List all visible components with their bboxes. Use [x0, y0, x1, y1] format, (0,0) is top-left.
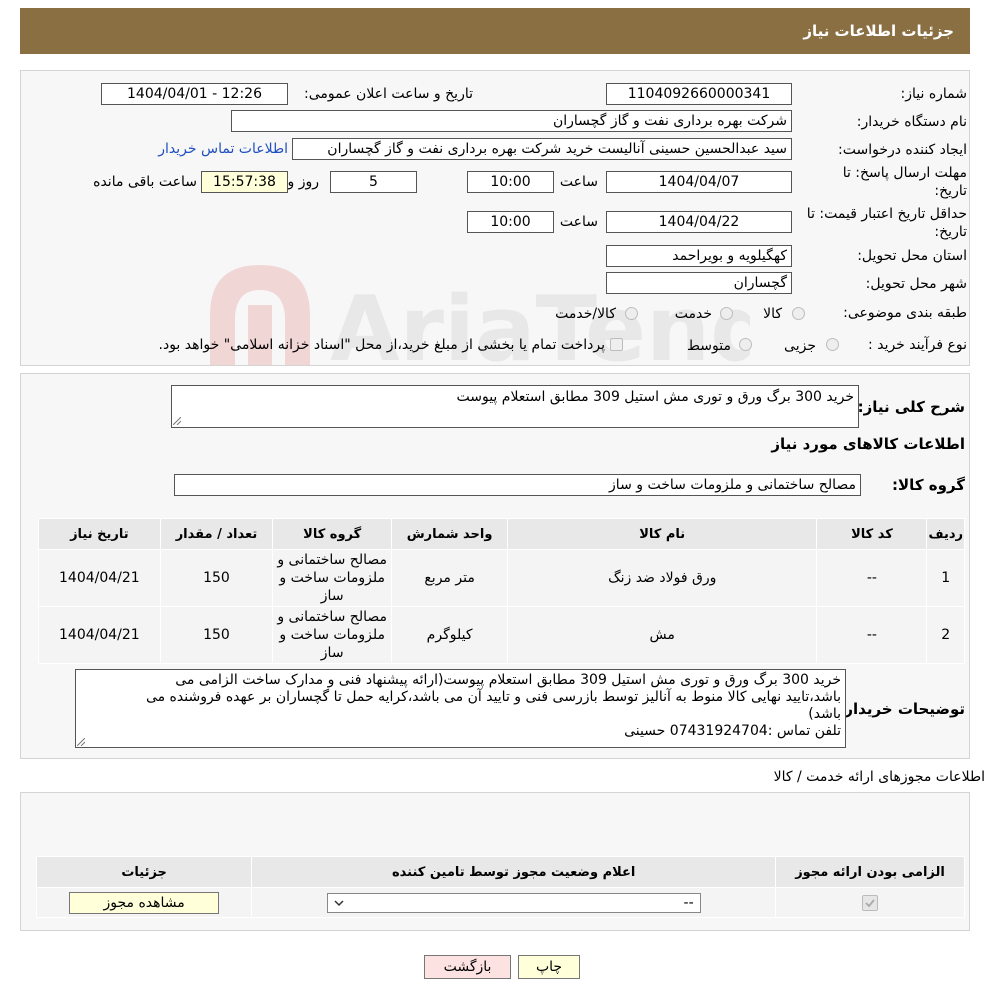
cell-row: 1	[926, 549, 965, 607]
need-number-field: 1104092660000341	[606, 83, 792, 105]
cell-permit-details: مشاهده مجوز	[35, 887, 253, 918]
buyer-notes-textarea[interactable]: خرید 300 برگ ورق و توری مش استیل 309 مطا…	[75, 669, 846, 748]
city-label: شهر محل تحویل:	[865, 276, 967, 292]
need-description-textarea[interactable]: خرید 300 برگ ورق و توری مش استیل 309 مطا…	[171, 385, 859, 428]
print-button[interactable]: چاپ	[518, 955, 580, 979]
goods-table: ردیف کد کالا نام کالا واحد شمارش گروه کا…	[38, 518, 965, 664]
view-permit-button[interactable]: مشاهده مجوز	[69, 891, 220, 914]
cell-name: مش	[507, 606, 818, 664]
cell-code: --	[816, 606, 928, 664]
col-date: تاریخ نیاز	[38, 518, 161, 550]
process-radio-medium[interactable]	[739, 338, 752, 351]
buyer-label: نام دستگاه خریدار:	[856, 114, 967, 130]
buyer-notes-line: باشد)	[808, 706, 841, 722]
deadline-time-field: 10:00	[467, 171, 554, 193]
validity-label-date: تاریخ:	[934, 224, 967, 240]
category-radio-service[interactable]	[720, 307, 733, 320]
cell-unit: کیلوگرم	[391, 606, 509, 664]
goods-group-field: مصالح ساختمانی و ملزومات ساخت و ساز	[174, 474, 861, 496]
buyer-notes-line: تلفن تماس :07431924704 حسینی	[624, 723, 841, 739]
col-unit: واحد شمارش	[391, 518, 509, 550]
deadline-label-date: تاریخ:	[934, 183, 967, 199]
deadline-label: مهلت ارسال پاسخ: تا	[842, 165, 967, 181]
process-radio-minor[interactable]	[826, 338, 839, 351]
announce-label: تاریخ و ساعت اعلان عمومی:	[304, 86, 473, 102]
city-field: گچساران	[606, 272, 792, 294]
permits-table: الزامی بودن ارائه مجوز اعلام وضعیت مجوز …	[35, 856, 965, 918]
category-radio-goods[interactable]	[792, 307, 805, 320]
process-label: نوع فرآیند خرید :	[868, 337, 967, 353]
col-qty: تعداد / مقدار	[159, 518, 274, 550]
buyer-notes-label: توضیحات خریدار:	[838, 700, 965, 718]
validity-label: حداقل تاریخ اعتبار قیمت: تا	[806, 206, 967, 222]
goods-group-label: گروه کالا:	[892, 476, 965, 494]
cell-permit-status: --	[251, 887, 777, 918]
col-permit-details: جزئیات	[35, 856, 253, 888]
cell-date: 1404/04/21	[38, 549, 161, 607]
back-button[interactable]: بازگشت	[424, 955, 511, 979]
col-group: گروه کالا	[272, 518, 393, 550]
col-permit-status: اعلام وضعیت مجوز توسط تامین کننده	[251, 856, 777, 888]
table-row: 1 -- ورق فولاد ضد زنگ متر مربع مصالح ساخ…	[38, 549, 965, 607]
permits-section-title: اطلاعات مجوزهای ارائه خدمت / کالا	[773, 769, 985, 785]
cell-qty: 150	[159, 606, 274, 664]
deadline-date-field: 1404/04/07	[606, 171, 792, 193]
permit-status-select[interactable]: --	[326, 892, 701, 913]
remaining-time-field: 15:57:38	[201, 171, 288, 193]
cell-group: مصالح ساختمانی و ملزومات ساخت و ساز	[272, 549, 393, 607]
buyer-notes-line: خرید 300 برگ ورق و توری مش استیل 309 مطا…	[175, 672, 841, 688]
cell-group: مصالح ساختمانی و ملزومات ساخت و ساز	[272, 606, 393, 664]
province-field: کهگیلویه و بویراحمد	[606, 245, 792, 267]
category-option-goods: کالا	[763, 306, 782, 322]
cell-permit-required	[775, 887, 965, 918]
buyer-notes-line: باشد،تایید نهایی کالا منوط به آنالیز توس…	[145, 689, 841, 705]
permits-table-header: الزامی بودن ارائه مجوز اعلام وضعیت مجوز …	[35, 856, 965, 888]
buyer-field: شرکت بهره برداری نفت و گاز گچساران	[231, 110, 792, 132]
category-label: طبقه بندی موضوعی:	[843, 305, 967, 321]
process-treasury-checkbox[interactable]	[610, 338, 623, 351]
announce-field: 1404/04/01 - 12:26	[101, 83, 288, 105]
category-option-service: خدمت	[674, 306, 712, 322]
col-row: ردیف	[926, 518, 965, 550]
check-icon	[865, 898, 875, 907]
goods-info-title: اطلاعات کالاهای مورد نیاز	[771, 435, 965, 453]
days-label: روز و	[287, 174, 320, 190]
permit-required-checkbox	[862, 894, 879, 911]
resize-handle-icon[interactable]	[173, 417, 181, 425]
col-name: نام کالا	[507, 518, 818, 550]
creator-field: سید عبدالحسین حسینی آنالیست خرید شرکت به…	[292, 138, 792, 160]
need-number-label: شماره نیاز:	[900, 86, 968, 102]
page-title: جزئیات اطلاعات نیاز	[803, 22, 954, 40]
province-label: استان محل تحویل:	[857, 248, 967, 264]
category-option-goods-service: کالا/خدمت	[555, 306, 616, 322]
cell-code: --	[816, 549, 928, 607]
validity-time-label: ساعت	[559, 214, 598, 230]
cell-unit: متر مربع	[391, 549, 509, 607]
page-header: جزئیات اطلاعات نیاز	[20, 8, 970, 54]
days-remaining-field: 5	[330, 171, 417, 193]
remaining-label: ساعت باقی مانده	[93, 174, 197, 190]
col-code: کد کالا	[816, 518, 928, 550]
col-permit-required: الزامی بودن ارائه مجوز	[775, 856, 965, 888]
cell-row: 2	[926, 606, 965, 664]
process-option-medium: متوسط	[687, 338, 731, 354]
process-option-minor: جزیی	[784, 338, 816, 354]
process-note: پرداخت تمام یا بخشی از مبلغ خرید،از محل …	[158, 337, 605, 353]
buyer-contact-link[interactable]: اطلاعات تماس خریدار	[158, 141, 288, 157]
table-row: -- مشاهده مجوز	[35, 887, 965, 918]
validity-time-field: 10:00	[467, 211, 554, 233]
validity-date-field: 1404/04/22	[606, 211, 792, 233]
creator-label: ایجاد کننده درخواست:	[838, 142, 967, 158]
cell-qty: 150	[159, 549, 274, 607]
table-row: 2 -- مش کیلوگرم مصالح ساختمانی و ملزومات…	[38, 606, 965, 664]
deadline-time-label: ساعت	[559, 174, 598, 190]
cell-name: ورق فولاد ضد زنگ	[507, 549, 818, 607]
goods-table-header: ردیف کد کالا نام کالا واحد شمارش گروه کا…	[38, 518, 965, 550]
need-description-label: شرح کلی نیاز:	[857, 398, 965, 416]
cell-date: 1404/04/21	[38, 606, 161, 664]
chevron-down-icon	[334, 899, 344, 906]
category-radio-goods-service[interactable]	[625, 307, 638, 320]
permit-status-value: --	[683, 894, 694, 911]
resize-handle-icon[interactable]	[77, 738, 85, 746]
